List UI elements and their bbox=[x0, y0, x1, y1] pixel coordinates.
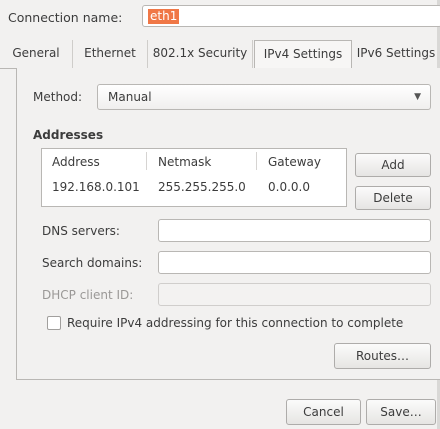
cell-gateway: 0.0.0.0 bbox=[268, 180, 310, 194]
addresses-table[interactable]: Address Netmask Gateway 192.168.0.101 25… bbox=[41, 148, 347, 207]
tab-bar: General Ethernet 802.1x Security IPv4 Se… bbox=[0, 40, 440, 69]
dhcp-client-id-label: DHCP client ID: bbox=[42, 288, 134, 302]
column-header-gateway[interactable]: Gateway bbox=[268, 155, 321, 169]
addresses-heading: Addresses bbox=[33, 128, 104, 142]
column-header-address[interactable]: Address bbox=[52, 155, 100, 169]
connection-name-input[interactable]: eth1 bbox=[142, 5, 440, 27]
cell-netmask: 255.255.255.0 bbox=[158, 180, 246, 194]
dhcp-client-id-input bbox=[158, 283, 431, 306]
method-label: Method: bbox=[33, 90, 83, 104]
column-header-netmask[interactable]: Netmask bbox=[158, 155, 211, 169]
chevron-down-icon: ▼ bbox=[414, 92, 421, 102]
require-ipv4-label[interactable]: Require IPv4 addressing for this connect… bbox=[67, 316, 403, 330]
search-domains-label: Search domains: bbox=[42, 256, 143, 270]
tab-8021x-security[interactable]: 802.1x Security bbox=[148, 40, 253, 68]
cancel-button[interactable]: Cancel bbox=[286, 399, 361, 425]
require-ipv4-checkbox[interactable] bbox=[47, 316, 61, 330]
dns-servers-label: DNS servers: bbox=[42, 224, 120, 238]
connection-name-label: Connection name: bbox=[8, 10, 123, 25]
tab-ethernet[interactable]: Ethernet bbox=[73, 40, 148, 68]
column-divider bbox=[256, 152, 257, 170]
tab-ipv6-settings[interactable]: IPv6 Settings bbox=[352, 40, 440, 68]
add-button[interactable]: Add bbox=[355, 153, 431, 177]
tab-ipv4-settings[interactable]: IPv4 Settings bbox=[254, 40, 352, 69]
method-value: Manual bbox=[108, 90, 152, 104]
connection-name-value: eth1 bbox=[148, 9, 180, 24]
dns-servers-input[interactable] bbox=[158, 219, 431, 242]
delete-button[interactable]: Delete bbox=[355, 186, 431, 210]
routes-button[interactable]: Routes… bbox=[334, 343, 431, 369]
method-dropdown[interactable]: Manual ▼ bbox=[97, 84, 431, 110]
save-button[interactable]: Save… bbox=[366, 399, 436, 425]
cell-address: 192.168.0.101 bbox=[52, 180, 140, 194]
column-divider bbox=[146, 152, 147, 170]
search-domains-input[interactable] bbox=[158, 251, 431, 274]
tab-general[interactable]: General bbox=[0, 40, 73, 68]
